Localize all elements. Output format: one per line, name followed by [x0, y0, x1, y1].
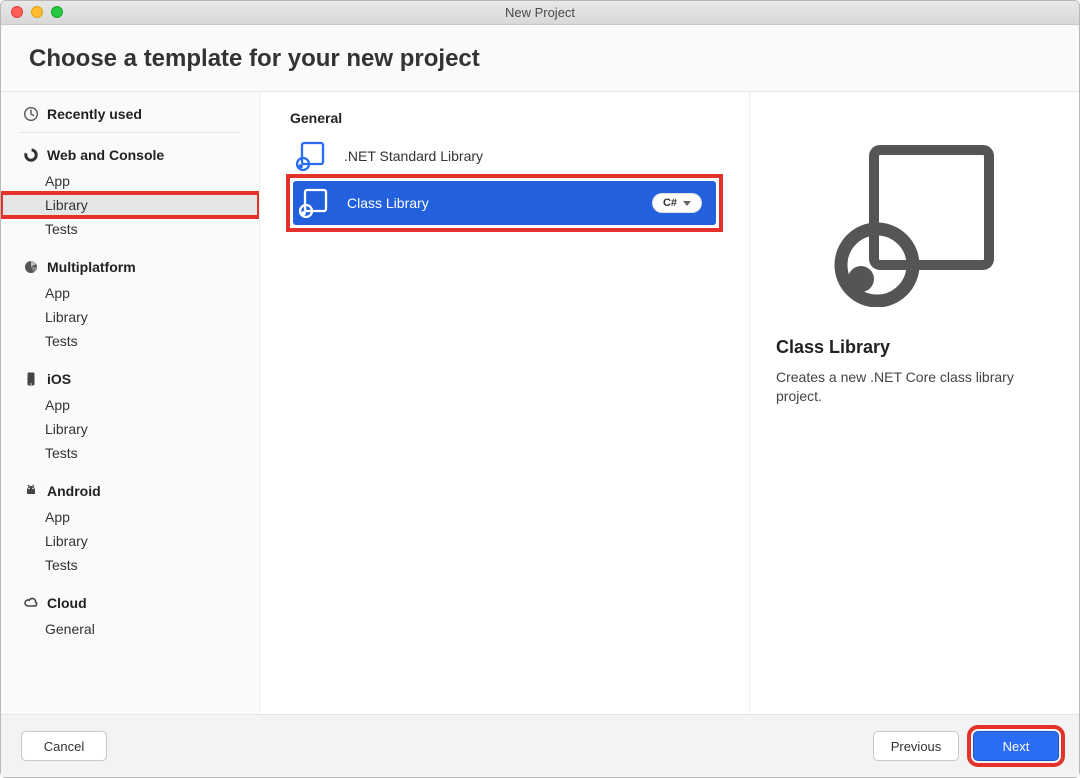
library-large-icon [832, 142, 997, 307]
window-title: New Project [1, 1, 1079, 25]
sidebar-section-cloud[interactable]: Cloud [1, 587, 259, 617]
sidebar-item-ios-app[interactable]: App [1, 393, 259, 417]
sidebar-item-mp-app[interactable]: App [1, 281, 259, 305]
sidebar-item-label: Library [45, 197, 88, 213]
sidebar-item-label: App [45, 285, 70, 301]
footer: Cancel Previous Next [1, 715, 1079, 777]
sidebar-section-web-console[interactable]: Web and Console [1, 139, 259, 169]
sidebar-item-label: Tests [45, 557, 78, 573]
sidebar-section-ios[interactable]: iOS [1, 363, 259, 393]
template-list: General .NET Standard Library Class Libr… [260, 92, 749, 714]
new-project-window: New Project Choose a template for your n… [0, 0, 1080, 778]
library-icon [299, 188, 329, 218]
sidebar: Recently used Web and Console App Librar… [1, 92, 260, 714]
sidebar-item-label: Library [45, 533, 88, 549]
sidebar-item-label: Library [45, 309, 88, 325]
ring-icon [23, 147, 39, 163]
phone-icon [23, 371, 39, 387]
sidebar-item-label: Tests [45, 333, 78, 349]
detail-description: Creates a new .NET Core class library pr… [776, 368, 1053, 406]
language-label: C# [663, 197, 677, 209]
sidebar-recently-used-label: Recently used [47, 106, 142, 122]
next-button[interactable]: Next [973, 731, 1059, 761]
sidebar-item-label: Library [45, 421, 88, 437]
detail-title: Class Library [776, 337, 890, 358]
titlebar: New Project [1, 1, 1079, 25]
sidebar-item-wc-app[interactable]: App [1, 169, 259, 193]
template-section-title: General [290, 110, 719, 126]
sidebar-item-wc-tests[interactable]: Tests [1, 217, 259, 241]
sidebar-item-label: App [45, 173, 70, 189]
sidebar-item-and-app[interactable]: App [1, 505, 259, 529]
sidebar-item-label: Tests [45, 445, 78, 461]
sidebar-section-label: Cloud [47, 595, 87, 611]
sidebar-recently-used[interactable]: Recently used [1, 92, 259, 128]
sidebar-item-ios-library[interactable]: Library [1, 417, 259, 441]
sidebar-item-label: App [45, 397, 70, 413]
sidebar-item-ios-tests[interactable]: Tests [1, 441, 259, 465]
sidebar-item-mp-library[interactable]: Library [1, 305, 259, 329]
cancel-button[interactable]: Cancel [21, 731, 107, 761]
sidebar-section-android[interactable]: Android [1, 475, 259, 505]
sidebar-item-mp-tests[interactable]: Tests [1, 329, 259, 353]
pie-icon [23, 259, 39, 275]
template-detail: Class Library Creates a new .NET Core cl… [749, 92, 1079, 714]
sidebar-item-label: Tests [45, 221, 78, 237]
sidebar-item-and-library[interactable]: Library [1, 529, 259, 553]
android-icon [23, 483, 39, 499]
sidebar-item-and-tests[interactable]: Tests [1, 553, 259, 577]
template-label: Class Library [347, 195, 634, 211]
annotation-highlight: Class Library C# [290, 178, 719, 228]
previous-button[interactable]: Previous [873, 731, 959, 761]
page-title: Choose a template for your new project [29, 45, 1051, 73]
sidebar-item-cl-general[interactable]: General [1, 617, 259, 641]
sidebar-section-multiplatform[interactable]: Multiplatform [1, 251, 259, 281]
library-icon [296, 141, 326, 171]
sidebar-section-label: Android [47, 483, 101, 499]
body: Recently used Web and Console App Librar… [1, 91, 1079, 715]
sidebar-section-label: Web and Console [47, 147, 164, 163]
sidebar-item-label: General [45, 621, 95, 637]
sidebar-section-label: iOS [47, 371, 71, 387]
chevron-down-icon [683, 201, 691, 206]
sidebar-section-label: Multiplatform [47, 259, 136, 275]
sidebar-item-label: App [45, 509, 70, 525]
language-selector[interactable]: C# [652, 193, 702, 213]
cloud-icon [23, 595, 39, 611]
header: Choose a template for your new project [1, 25, 1079, 91]
template-class-library[interactable]: Class Library C# [293, 181, 716, 225]
template-net-standard-library[interactable]: .NET Standard Library [290, 134, 719, 178]
separator [19, 132, 241, 133]
template-label: .NET Standard Library [344, 148, 705, 164]
clock-icon [23, 106, 39, 122]
sidebar-item-wc-library[interactable]: Library [1, 193, 259, 217]
